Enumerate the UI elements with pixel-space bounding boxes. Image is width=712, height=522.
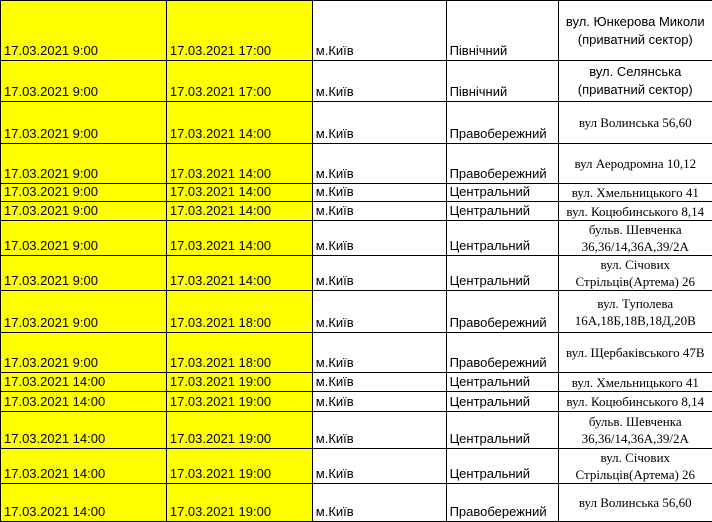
start-time-cell[interactable]: 17.03.2021 9:00	[1, 1, 167, 61]
city-cell[interactable]: м.Київ	[312, 256, 446, 291]
table-row: 17.03.2021 9:0017.03.2021 14:00м.КиївЦен…	[1, 221, 712, 256]
end-time-cell[interactable]: 17.03.2021 14:00	[166, 202, 312, 221]
end-time-cell[interactable]: 17.03.2021 19:00	[166, 412, 312, 449]
address-cell[interactable]: вул Волинська 56,60	[558, 484, 712, 522]
district-cell[interactable]: Північний	[446, 61, 558, 102]
address-cell[interactable]: вул. Хмельницького 41	[558, 184, 712, 202]
address-cell[interactable]: вул. Хмельницького 41	[558, 373, 712, 392]
district-cell[interactable]: Центральний	[446, 184, 558, 202]
address-cell[interactable]: вул Волинська 56,60	[558, 102, 712, 144]
start-time-cell[interactable]: 17.03.2021 9:00	[1, 102, 167, 144]
district-cell[interactable]: Північний	[446, 1, 558, 61]
city-cell[interactable]: м.Київ	[312, 1, 446, 61]
start-time-cell[interactable]: 17.03.2021 14:00	[1, 373, 167, 392]
district-cell[interactable]: Центральний	[446, 392, 558, 412]
table-row: 17.03.2021 9:0017.03.2021 14:00м.КиївЦен…	[1, 184, 712, 202]
start-time-cell[interactable]: 17.03.2021 9:00	[1, 333, 167, 373]
end-time-cell[interactable]: 17.03.2021 14:00	[166, 256, 312, 291]
address-cell[interactable]: вул. Коцюбинського 8,14	[558, 392, 712, 412]
end-time-cell[interactable]: 17.03.2021 14:00	[166, 184, 312, 202]
city-cell[interactable]: м.Київ	[312, 373, 446, 392]
address-cell[interactable]: вул Аеродромна 10,12	[558, 144, 712, 184]
district-cell[interactable]: Центральний	[446, 221, 558, 256]
city-cell[interactable]: м.Київ	[312, 102, 446, 144]
table-row: 17.03.2021 9:0017.03.2021 18:00м.КиївПра…	[1, 291, 712, 333]
end-time-cell[interactable]: 17.03.2021 14:00	[166, 144, 312, 184]
table-row: 17.03.2021 9:0017.03.2021 14:00м.КиївПра…	[1, 102, 712, 144]
start-time-cell[interactable]: 17.03.2021 9:00	[1, 202, 167, 221]
table-row: 17.03.2021 9:0017.03.2021 14:00м.КиївЦен…	[1, 256, 712, 291]
city-cell[interactable]: м.Київ	[312, 449, 446, 484]
city-cell[interactable]: м.Київ	[312, 221, 446, 256]
end-time-cell[interactable]: 17.03.2021 18:00	[166, 291, 312, 333]
table-row: 17.03.2021 9:0017.03.2021 18:00м.КиївПра…	[1, 333, 712, 373]
address-cell[interactable]: вул. Щербаківського 47В	[558, 333, 712, 373]
end-time-cell[interactable]: 17.03.2021 19:00	[166, 392, 312, 412]
address-cell[interactable]: вул. Січових Стрільців(Артема) 26	[558, 449, 712, 484]
city-cell[interactable]: м.Київ	[312, 184, 446, 202]
table-row: 17.03.2021 14:0017.03.2021 19:00м.КиївЦе…	[1, 392, 712, 412]
table-row: 17.03.2021 9:0017.03.2021 14:00м.КиївПра…	[1, 144, 712, 184]
address-cell[interactable]: вул. Селянська (приватний сектор)	[558, 61, 712, 102]
district-cell[interactable]: Правобережний	[446, 102, 558, 144]
end-time-cell[interactable]: 17.03.2021 19:00	[166, 373, 312, 392]
end-time-cell[interactable]: 17.03.2021 17:00	[166, 61, 312, 102]
city-cell[interactable]: м.Київ	[312, 392, 446, 412]
city-cell[interactable]: м.Київ	[312, 291, 446, 333]
table-row: 17.03.2021 14:0017.03.2021 19:00м.КиївПр…	[1, 484, 712, 522]
city-cell[interactable]: м.Київ	[312, 484, 446, 522]
address-cell[interactable]: вул. Юнкерова Миколи (приватний сектор)	[558, 1, 712, 61]
district-cell[interactable]: Центральний	[446, 412, 558, 449]
start-time-cell[interactable]: 17.03.2021 9:00	[1, 291, 167, 333]
start-time-cell[interactable]: 17.03.2021 9:00	[1, 61, 167, 102]
table-row: 17.03.2021 9:0017.03.2021 17:00м.КиївПів…	[1, 61, 712, 102]
city-cell[interactable]: м.Київ	[312, 61, 446, 102]
start-time-cell[interactable]: 17.03.2021 14:00	[1, 392, 167, 412]
address-cell[interactable]: вул. Січових Стрільців(Артема) 26	[558, 256, 712, 291]
table-row: 17.03.2021 9:0017.03.2021 14:00м.КиївЦен…	[1, 202, 712, 221]
start-time-cell[interactable]: 17.03.2021 9:00	[1, 221, 167, 256]
city-cell[interactable]: м.Київ	[312, 144, 446, 184]
district-cell[interactable]: Центральний	[446, 449, 558, 484]
end-time-cell[interactable]: 17.03.2021 19:00	[166, 449, 312, 484]
end-time-cell[interactable]: 17.03.2021 19:00	[166, 484, 312, 522]
address-cell[interactable]: бульв. Шевченка 36,36/14,36А,39/2А	[558, 412, 712, 449]
end-time-cell[interactable]: 17.03.2021 18:00	[166, 333, 312, 373]
table-row: 17.03.2021 14:0017.03.2021 19:00м.КиївЦе…	[1, 412, 712, 449]
table-row: 17.03.2021 9:0017.03.2021 17:00м.КиївПів…	[1, 1, 712, 61]
outage-schedule-table: 17.03.2021 9:0017.03.2021 17:00м.КиївПів…	[0, 0, 712, 522]
table-row: 17.03.2021 14:0017.03.2021 19:00м.КиївЦе…	[1, 373, 712, 392]
start-time-cell[interactable]: 17.03.2021 14:00	[1, 449, 167, 484]
district-cell[interactable]: Правобережний	[446, 291, 558, 333]
district-cell[interactable]: Правобережний	[446, 144, 558, 184]
start-time-cell[interactable]: 17.03.2021 9:00	[1, 144, 167, 184]
end-time-cell[interactable]: 17.03.2021 14:00	[166, 221, 312, 256]
city-cell[interactable]: м.Київ	[312, 202, 446, 221]
address-cell[interactable]: бульв. Шевченка 36,36/14,36А,39/2А	[558, 221, 712, 256]
address-cell[interactable]: вул. Туполева 16А,18Б,18В,18Д,20В	[558, 291, 712, 333]
district-cell[interactable]: Центральний	[446, 256, 558, 291]
start-time-cell[interactable]: 17.03.2021 9:00	[1, 256, 167, 291]
table-body: 17.03.2021 9:0017.03.2021 17:00м.КиївПів…	[1, 1, 712, 522]
district-cell[interactable]: Правобережний	[446, 484, 558, 522]
end-time-cell[interactable]: 17.03.2021 17:00	[166, 1, 312, 61]
district-cell[interactable]: Центральний	[446, 373, 558, 392]
table-row: 17.03.2021 14:0017.03.2021 19:00м.КиївЦе…	[1, 449, 712, 484]
address-cell[interactable]: вул. Коцюбинського 8,14	[558, 202, 712, 221]
district-cell[interactable]: Центральний	[446, 202, 558, 221]
start-time-cell[interactable]: 17.03.2021 14:00	[1, 412, 167, 449]
start-time-cell[interactable]: 17.03.2021 9:00	[1, 184, 167, 202]
end-time-cell[interactable]: 17.03.2021 14:00	[166, 102, 312, 144]
city-cell[interactable]: м.Київ	[312, 412, 446, 449]
start-time-cell[interactable]: 17.03.2021 14:00	[1, 484, 167, 522]
city-cell[interactable]: м.Київ	[312, 333, 446, 373]
district-cell[interactable]: Правобережний	[446, 333, 558, 373]
